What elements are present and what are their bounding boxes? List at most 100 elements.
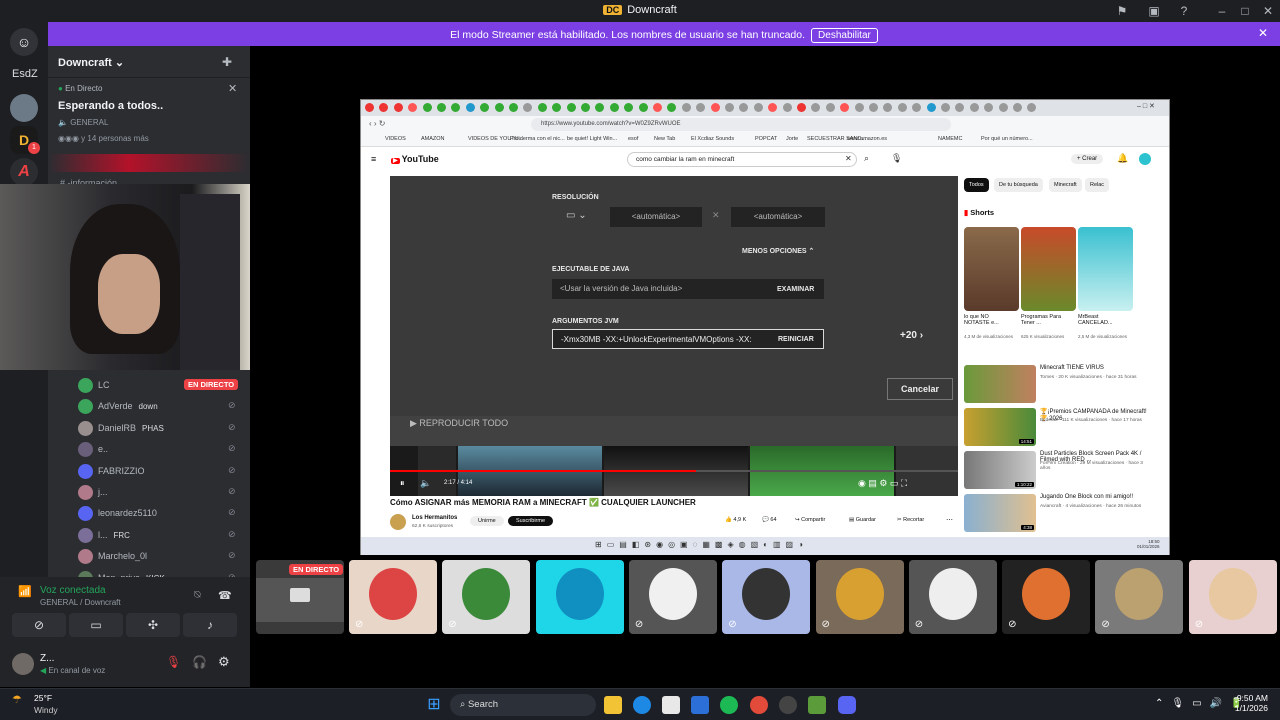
browser-tab[interactable] [782,103,792,112]
browser-tab[interactable] [509,103,518,112]
voice-member[interactable]: LC EN DIRECTO [48,375,250,395]
browser-tab[interactable] [523,103,533,112]
browser-tab[interactable] [667,103,677,112]
save-button[interactable]: ▤ Guardar [849,517,876,523]
filter-chip[interactable]: De tu búsqueda [994,178,1043,192]
soundboard-button[interactable]: ♪ [183,613,237,637]
participant-tile[interactable]: ⊘ [628,560,717,634]
maximize-icon[interactable]: □ [1237,3,1253,19]
browser-tab[interactable] [840,103,850,112]
guild-label[interactable]: EsdZ [12,68,38,80]
inbox-icon[interactable]: ⚑ [1114,3,1130,19]
browser-tab[interactable] [681,103,691,112]
sidebar-video[interactable]: Minecraft TIENE VIRUS Tomes · 20 K visual… [964,365,1164,403]
join-button[interactable]: Unirme [470,516,504,526]
short-card[interactable]: Programas Para Tener ... 625 K visualizac… [1021,227,1076,339]
browser-tab[interactable] [739,103,749,112]
participant-tile[interactable] [535,560,624,634]
monitor-icon[interactable]: ▭ ⌄ [566,210,587,221]
edge-icon[interactable] [633,696,651,714]
windows-start-icon[interactable]: ⊞ [424,695,444,715]
discord-home-icon[interactable]: ☺ [10,28,38,56]
weather-temp[interactable]: 25°F [34,693,52,703]
create-button[interactable]: + Crear [1071,154,1104,164]
voice-member[interactable]: FABRIZZIO ⊘ [48,461,250,481]
clip-button[interactable]: ✂ Recortar [897,517,924,523]
server-header[interactable]: Downcraft ⌄ ✚ [48,46,250,78]
browser-tab[interactable] [408,103,418,112]
browser-tab[interactable] [710,103,720,112]
browser-tab[interactable] [912,103,922,112]
browser-tab[interactable] [854,103,864,112]
browser-tab[interactable] [465,103,475,112]
bookmark-item[interactable]: El Xcdiaz Sounds [691,136,734,142]
browser-tab[interactable] [811,103,821,112]
weather-icon[interactable]: ☂ [12,693,22,706]
search-icon[interactable]: ⌕ [864,153,869,164]
voice-member[interactable]: e.. ⊘ [48,439,250,459]
file-explorer-icon[interactable] [604,696,622,714]
voice-member[interactable]: DanielRB PHAS ⊘ [48,418,250,438]
close-banner-icon[interactable]: ✕ [1258,26,1268,40]
browser-tab[interactable] [422,103,432,112]
screen-share-button[interactable]: ▭ [69,613,123,637]
add-member-icon[interactable]: ✚ [222,55,232,69]
browser-tab[interactable] [638,103,648,112]
browser-tab[interactable] [1027,103,1037,112]
notifications-icon[interactable]: 🔔 [1117,153,1128,164]
bookmark-item[interactable]: esof [628,136,638,142]
voice-search-icon[interactable]: 🎙 [891,153,902,164]
minecraft-icon[interactable] [808,696,826,714]
browser-tab[interactable] [365,103,374,112]
bookmark-item[interactable]: AMAZON [421,136,445,142]
browser-tab[interactable] [393,103,403,112]
browser-tab[interactable] [825,103,835,112]
participant-tile[interactable]: ⊘ [1095,560,1184,634]
voice-member[interactable]: l... FRC ⊘ [48,525,250,545]
bookmark-item[interactable]: Jorte [786,136,798,142]
browser-tab[interactable] [1013,103,1022,112]
sidebar-video[interactable]: 14:51 🏆¡Premios CAMPANADA de Minecraft! 🏆… [964,408,1164,446]
player-settings-icons[interactable]: ◉ ▤ ⚙ ▭ ⛶ [858,478,907,489]
share-button[interactable]: ↪ Compartir [795,517,825,523]
taskbar-search[interactable]: ⌕ Search [450,694,596,716]
activities-button[interactable]: ✣ [126,613,180,637]
server-name[interactable]: Downcraft ⌄ [58,56,124,69]
browser-window-controls[interactable]: – □ ✕ [1137,102,1155,110]
browse-button[interactable]: EXAMINAR [777,286,814,293]
participant-tile[interactable]: ⊘ [722,560,811,634]
short-card[interactable]: lo que NO NOTASTE e... 4,3 M de visualiza… [964,227,1019,339]
disconnect-icon[interactable]: ☎ [218,589,232,602]
shared-screen-browser[interactable]: – □ ✕ ‹ › ↻ https://www.youtube.com/watc… [360,99,1170,555]
reload-icon[interactable]: ‹ › ↻ [369,119,385,128]
voice-member[interactable]: leonardez5110 ⊘ [48,503,250,523]
bookmark-item[interactable]: Por qué un número... [981,136,1033,142]
comments-button[interactable]: 💬 64 [762,517,777,523]
browser-tab[interactable] [926,103,936,112]
browser-tab[interactable] [537,103,547,112]
mic-muted-icon[interactable]: 🎙 [166,655,181,669]
browser-tab[interactable] [869,103,878,112]
channel-avatar[interactable] [390,514,406,530]
voice-channel[interactable]: 🔈 GENERAL [58,118,108,127]
stream-tile[interactable]: EN DIRECTO [256,560,344,634]
browser-tab[interactable] [379,103,389,112]
participant-tile[interactable]: ⊘ [815,560,904,634]
screen-icon[interactable]: ▣ [1146,3,1162,19]
play-all[interactable]: ▶ REPRODUCIR TODO [410,418,508,429]
subscribe-button[interactable]: Suscribirme [508,516,554,526]
browser-tab[interactable] [768,103,778,112]
browser-tab[interactable] [595,103,605,112]
filter-chip[interactable]: Todos [964,178,989,192]
browser-tab[interactable] [437,103,446,112]
outlook-icon[interactable] [691,696,709,714]
video-player[interactable]: RESOLUCIÓN ▭ ⌄ <automática> ✕ <automátic… [390,176,958,496]
browser-tab[interactable] [552,103,562,112]
github-icon[interactable] [779,696,797,714]
headset-icon[interactable]: 🎧 [192,655,207,669]
browser-tab[interactable] [609,103,619,112]
guild-avatar[interactable] [10,94,38,122]
bookmark-item[interactable]: VIDEOS [385,136,406,142]
short-card[interactable]: MrBeast CANCELAD... 2,5 M de visualizacio… [1078,227,1133,339]
reset-button[interactable]: REINICIAR [778,336,814,343]
